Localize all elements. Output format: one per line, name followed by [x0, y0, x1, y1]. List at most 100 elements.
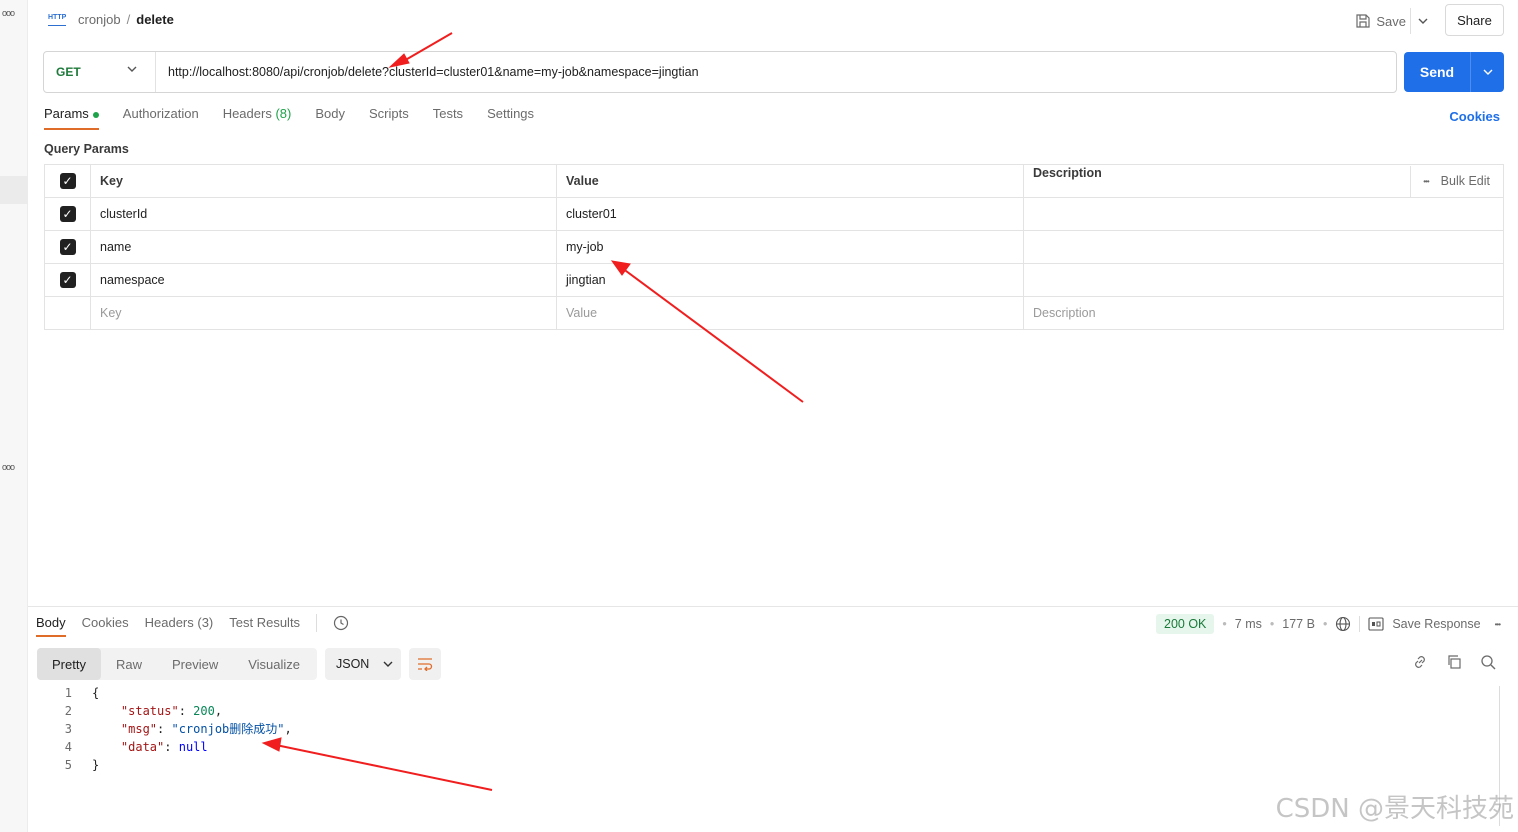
response-tab-cookies[interactable]: Cookies: [82, 615, 129, 637]
search-icon[interactable]: [1480, 654, 1496, 670]
code-line: 1{: [36, 684, 292, 702]
line-number: 4: [64, 740, 72, 754]
more-icon[interactable]: ooo: [2, 8, 15, 18]
code-line: 3 "msg": "cronjob删除成功",: [36, 720, 292, 738]
history-icon[interactable]: [333, 615, 349, 631]
link-icon[interactable]: [1412, 654, 1428, 670]
breadcrumb-separator: /: [126, 12, 131, 27]
tab-authorization[interactable]: Authorization: [123, 106, 199, 130]
tab-params[interactable]: Params: [44, 106, 99, 130]
json-value: "cronjob删除成功": [171, 722, 285, 736]
method-select[interactable]: GET: [44, 52, 156, 92]
response-tab-headers[interactable]: Headers (3): [145, 615, 214, 637]
query-params-title: Query Params: [44, 142, 129, 156]
save-icon: [1356, 14, 1370, 28]
format-select[interactable]: JSON: [325, 648, 401, 680]
param-description-cell[interactable]: [1023, 197, 1504, 231]
param-description-cell[interactable]: [1023, 230, 1504, 264]
code-toolbar: [1412, 654, 1496, 670]
param-key-cell[interactable]: namespace: [90, 263, 557, 297]
table-row: ✓ name my-job: [44, 230, 1504, 264]
view-tab-raw[interactable]: Raw: [101, 648, 157, 680]
param-value-cell[interactable]: jingtian: [556, 263, 1024, 297]
response-tab-test-results[interactable]: Test Results: [229, 615, 300, 637]
save-response-button[interactable]: Save Response: [1392, 617, 1480, 631]
copy-icon[interactable]: [1446, 654, 1462, 670]
response-body-code[interactable]: 1{ 2 "status": 200, 3 "msg": "cronjob删除成…: [36, 684, 292, 774]
wrap-lines-icon: [418, 658, 433, 671]
share-button[interactable]: Share: [1445, 4, 1504, 36]
line-number: 3: [64, 722, 72, 736]
new-description-input[interactable]: Description: [1023, 296, 1504, 330]
more-options-icon[interactable]: •••: [1495, 620, 1501, 629]
chevron-down-icon: [383, 661, 393, 667]
chevron-down-icon: [1418, 18, 1427, 24]
row-checkbox[interactable]: ✓: [59, 272, 76, 288]
save-response-icon: [1368, 617, 1384, 631]
separator-dot: •: [1222, 617, 1227, 631]
method-label: GET: [56, 65, 81, 79]
code-line: 2 "status": 200,: [36, 702, 292, 720]
param-key-cell[interactable]: clusterId: [90, 197, 557, 231]
tab-tests[interactable]: Tests: [433, 106, 463, 130]
bulk-edit-button[interactable]: Bulk Edit: [1441, 174, 1490, 188]
cookies-link[interactable]: Cookies: [1449, 109, 1500, 124]
format-label: JSON: [336, 657, 370, 671]
status-badge[interactable]: 200 OK: [1156, 614, 1215, 634]
send-label: Send: [1419, 64, 1455, 80]
new-key-input[interactable]: Key: [90, 296, 557, 330]
column-header-description-label: Description: [1033, 165, 1102, 180]
row-checkbox[interactable]: ✓: [59, 239, 76, 255]
more-icon[interactable]: ooo: [2, 462, 15, 472]
send-button[interactable]: Send: [1404, 52, 1504, 92]
wrap-lines-button[interactable]: [409, 648, 441, 680]
line-number: 1: [64, 686, 72, 700]
response-view-tabs: Pretty Raw Preview Visualize: [37, 648, 317, 680]
breadcrumb-request-name[interactable]: delete: [136, 12, 174, 27]
breadcrumb: cronjob / delete: [78, 12, 174, 27]
new-value-input[interactable]: Value: [556, 296, 1024, 330]
bulk-edit-control: ••• Bulk Edit: [1410, 165, 1503, 197]
url-input[interactable]: http://localhost:8080/api/cronjob/delete…: [156, 65, 699, 79]
globe-icon[interactable]: [1335, 616, 1351, 632]
json-key: "msg": [120, 722, 158, 736]
request-tabs: Params Authorization Headers (8) Body Sc…: [44, 106, 534, 130]
view-tab-preview[interactable]: Preview: [157, 648, 233, 680]
tab-settings[interactable]: Settings: [487, 106, 534, 130]
json-value: 200: [193, 704, 215, 718]
response-divider: [28, 606, 1518, 607]
code-text: {: [92, 686, 100, 700]
separator-dot: •: [1269, 617, 1275, 631]
line-number: 2: [64, 704, 72, 718]
response-size[interactable]: 177 B: [1282, 617, 1315, 631]
json-punctuation: ,: [284, 722, 292, 736]
view-tab-visualize[interactable]: Visualize: [233, 648, 315, 680]
more-options-icon[interactable]: •••: [1423, 177, 1429, 186]
divider: [316, 614, 318, 632]
watermark: CSDN @景天科技苑: [1275, 794, 1514, 824]
tab-headers[interactable]: Headers (8): [223, 106, 292, 130]
row-checkbox-cell: ✓: [44, 230, 91, 264]
json-key: "data": [120, 740, 165, 754]
url-bar: GET http://localhost:8080/api/cronjob/de…: [43, 51, 1397, 93]
save-button[interactable]: Save: [1356, 8, 1406, 34]
param-value-cell[interactable]: my-job: [556, 230, 1024, 264]
select-all-checkbox[interactable]: ✓: [59, 173, 76, 189]
view-tab-pretty[interactable]: Pretty: [37, 648, 101, 680]
response-time[interactable]: 7 ms: [1235, 617, 1262, 631]
param-key-cell[interactable]: name: [90, 230, 557, 264]
query-params-table: ✓ Key Value Description ••• Bulk Edit ✓ …: [44, 164, 1504, 330]
tab-scripts[interactable]: Scripts: [369, 106, 409, 130]
row-checkbox-cell: ✓: [44, 197, 91, 231]
param-description-cell[interactable]: [1023, 263, 1504, 297]
save-options-dropdown[interactable]: [1410, 8, 1434, 34]
save-label: Save: [1376, 13, 1406, 29]
tab-body[interactable]: Body: [315, 106, 345, 130]
send-options-dropdown[interactable]: [1470, 52, 1504, 92]
breadcrumb-collection[interactable]: cronjob: [78, 12, 121, 27]
response-tab-body[interactable]: Body: [36, 615, 66, 637]
param-value-cell[interactable]: cluster01: [556, 197, 1024, 231]
response-status-bar: 200 OK • 7 ms • 177 B • Save Response ••…: [1156, 614, 1501, 634]
code-line: 4 "data": null: [36, 738, 292, 756]
row-checkbox[interactable]: ✓: [59, 206, 76, 222]
